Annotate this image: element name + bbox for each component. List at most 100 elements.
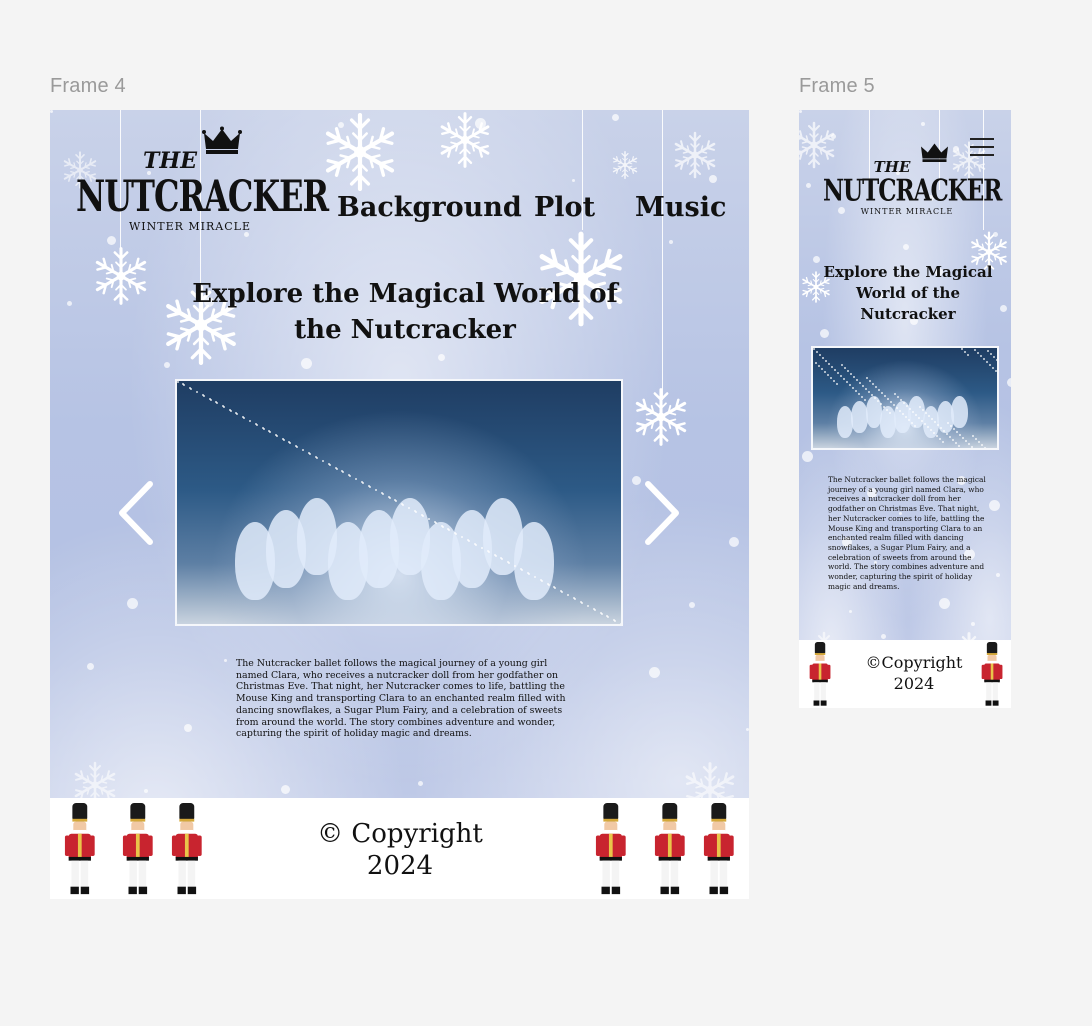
nutcracker-soldier-icon xyxy=(595,803,627,899)
snow-speck xyxy=(859,382,861,384)
snow-speck xyxy=(844,367,846,369)
snow-speck xyxy=(843,378,845,380)
snow-speck xyxy=(978,441,980,443)
snow-speck xyxy=(573,597,575,599)
snow-speck xyxy=(447,528,449,530)
snow-speck xyxy=(946,433,948,435)
snow-speck xyxy=(887,398,889,400)
snow-speck xyxy=(968,443,970,445)
nutcracker-soldier-icon xyxy=(122,803,154,899)
snow-speck xyxy=(441,525,443,527)
snow-speck xyxy=(880,403,882,405)
snow-speck xyxy=(964,351,966,353)
snow-speck xyxy=(527,572,529,574)
snow-speck xyxy=(890,401,892,403)
snow-speck xyxy=(819,354,821,356)
snow-speck xyxy=(855,390,857,392)
nav-background[interactable]: Background xyxy=(337,192,522,223)
snow-speck xyxy=(865,388,867,390)
snow-speck xyxy=(494,554,496,556)
snow-speck xyxy=(911,422,913,424)
hero-headline-mobile: Explore the Magical World of the Nutcrac… xyxy=(823,263,993,323)
nutcracker-logo-mobile[interactable]: THE NUTCRACKER WINTER MIRACLE xyxy=(823,140,1002,216)
snow-speck xyxy=(915,414,917,416)
snow-speck xyxy=(434,521,436,523)
snow-speck xyxy=(841,364,843,366)
snow-speck xyxy=(308,452,310,454)
snow-speck xyxy=(580,601,582,603)
snow-speck xyxy=(454,532,456,534)
snow-speck xyxy=(177,381,179,383)
snow-speck xyxy=(939,438,941,440)
snow-speck xyxy=(831,366,833,368)
snow-speck xyxy=(302,449,304,451)
snow-speck xyxy=(222,405,224,407)
snow-speck xyxy=(908,419,910,421)
snow-speck xyxy=(903,402,905,404)
hero-headline: Explore the Magical World of the Nutcrac… xyxy=(192,279,618,345)
snow-speck xyxy=(414,510,416,512)
snow-speck xyxy=(288,441,290,443)
snow-speck xyxy=(914,425,916,427)
snow-speck xyxy=(906,405,908,407)
story-paragraph: The Nutcracker ballet follows the magica… xyxy=(236,658,566,740)
snow-speck xyxy=(853,376,855,378)
frame-5-label: Frame 5 xyxy=(799,75,875,97)
snow-speck xyxy=(959,434,961,436)
snow-speck xyxy=(587,605,589,607)
snow-speck xyxy=(971,446,973,448)
nutcracker-logo[interactable]: THE NUTCRACKER WINTER MIRACLE xyxy=(76,124,329,233)
snow-speck xyxy=(268,430,270,432)
snow-speck xyxy=(864,399,866,401)
snow-speck xyxy=(862,385,864,387)
snow-speck xyxy=(881,392,883,394)
carousel-image xyxy=(175,379,623,626)
snow-speck xyxy=(897,396,899,398)
snow-speck xyxy=(846,381,848,383)
snow-speck xyxy=(322,460,324,462)
snow-speck xyxy=(847,370,849,372)
snow-speck xyxy=(827,374,829,376)
snow-speck xyxy=(825,360,827,362)
snow-speck xyxy=(953,428,955,430)
carousel-prev-button[interactable] xyxy=(116,480,156,546)
snow-speck xyxy=(950,425,952,427)
site-footer: © Copyright 2024 xyxy=(50,798,749,899)
nav-plot[interactable]: Plot xyxy=(534,192,595,223)
snow-speck xyxy=(818,365,820,367)
snow-speck xyxy=(514,565,516,567)
dancer-figure xyxy=(514,521,555,600)
snow-speck xyxy=(905,416,907,418)
snow-speck xyxy=(993,356,995,358)
snow-speck xyxy=(282,438,284,440)
snow-speck xyxy=(852,387,854,389)
copyright-text-mobile: ©Copyright 2024 xyxy=(865,653,963,693)
snow-speck xyxy=(893,404,895,406)
snow-speck xyxy=(961,348,963,350)
snow-speck xyxy=(813,348,815,350)
snow-speck xyxy=(925,412,927,414)
snow-speck xyxy=(930,429,932,431)
site-footer-mobile: ©Copyright 2024 xyxy=(799,640,1011,708)
snow-speck xyxy=(931,418,933,420)
snow-speck xyxy=(872,383,874,385)
snow-speck xyxy=(189,387,191,389)
snow-speck xyxy=(962,437,964,439)
snow-speck xyxy=(600,612,602,614)
snow-speck xyxy=(547,583,549,585)
frame-4-label: Frame 4 xyxy=(50,75,126,97)
snow-speck xyxy=(209,398,211,400)
snow-speck xyxy=(928,415,930,417)
snow-speck xyxy=(981,444,983,446)
snow-speck xyxy=(401,503,403,505)
story-paragraph-mobile: The Nutcracker ballet follows the magica… xyxy=(828,475,986,591)
carousel-next-button[interactable] xyxy=(642,480,682,546)
snow-speck xyxy=(235,412,237,414)
snow-speck xyxy=(989,364,991,366)
snow-speck xyxy=(856,379,858,381)
snow-speck xyxy=(869,380,871,382)
snow-speck xyxy=(368,485,370,487)
nav-music[interactable]: Music xyxy=(635,192,726,223)
snow-speck xyxy=(824,371,826,373)
snow-speck xyxy=(849,384,851,386)
